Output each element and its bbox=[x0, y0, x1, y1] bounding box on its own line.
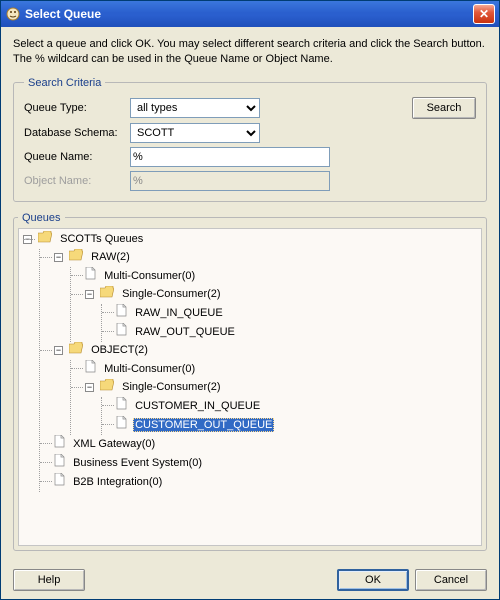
folder-open-icon bbox=[38, 231, 52, 249]
document-icon bbox=[85, 267, 96, 286]
folder-open-icon bbox=[100, 379, 114, 397]
window-title: Select Queue bbox=[25, 7, 473, 21]
instructions-text: Select a queue and click OK. You may sel… bbox=[13, 37, 487, 67]
search-criteria-legend: Search Criteria bbox=[24, 77, 105, 89]
tree-node[interactable]: B2B Integration(0) bbox=[40, 473, 477, 492]
tree-leaf[interactable]: CUSTOMER_IN_QUEUE bbox=[102, 397, 477, 416]
document-icon bbox=[85, 360, 96, 379]
tree-label: B2B Integration(0) bbox=[71, 476, 164, 488]
queues-group: Queues − SCOTTs Queues − RAW(2) bbox=[13, 212, 487, 551]
document-icon bbox=[116, 416, 127, 435]
tree-root[interactable]: − SCOTTs Queues − RAW(2) bbox=[23, 231, 477, 492]
document-icon bbox=[54, 435, 65, 454]
tree-label: Business Event System(0) bbox=[71, 457, 204, 469]
queue-type-select[interactable]: all types bbox=[130, 98, 260, 118]
titlebar: Select Queue ✕ bbox=[1, 1, 499, 27]
search-button[interactable]: Search bbox=[412, 97, 476, 119]
tree-node-raw[interactable]: − RAW(2) Multi-Consumer(0) − bbox=[40, 249, 477, 342]
tree-label: SCOTTs Queues bbox=[58, 233, 145, 245]
tree-label: XML Gateway(0) bbox=[71, 438, 157, 450]
database-schema-label: Database Schema: bbox=[24, 127, 124, 139]
document-icon bbox=[116, 397, 127, 416]
close-icon: ✕ bbox=[479, 8, 489, 20]
tree-node[interactable]: XML Gateway(0) bbox=[40, 435, 477, 454]
tree-node-object[interactable]: − OBJECT(2) Multi-Consumer(0) − bbox=[40, 342, 477, 435]
expander-icon[interactable]: − bbox=[54, 346, 63, 355]
expander-icon[interactable]: − bbox=[23, 235, 32, 244]
expander-icon[interactable]: − bbox=[54, 253, 63, 262]
tree-label: Single-Consumer(2) bbox=[120, 288, 222, 300]
tree-label: RAW_IN_QUEUE bbox=[133, 307, 225, 319]
tree-label: Single-Consumer(2) bbox=[120, 381, 222, 393]
tree-label: Multi-Consumer(0) bbox=[102, 363, 197, 375]
ok-button[interactable]: OK bbox=[337, 569, 409, 591]
tree-label: CUSTOMER_IN_QUEUE bbox=[133, 400, 262, 412]
folder-open-icon bbox=[69, 342, 83, 360]
queues-legend: Queues bbox=[18, 212, 65, 224]
tree-leaf[interactable]: RAW_OUT_QUEUE bbox=[102, 323, 477, 342]
tree-label-selected: CUSTOMER_OUT_QUEUE bbox=[133, 418, 274, 432]
tree-label: OBJECT(2) bbox=[89, 344, 150, 356]
folder-open-icon bbox=[69, 249, 83, 267]
select-queue-dialog: Select Queue ✕ Select a queue and click … bbox=[0, 0, 500, 600]
queue-name-field[interactable] bbox=[130, 147, 330, 167]
tree-label: RAW_OUT_QUEUE bbox=[133, 326, 237, 338]
tree-label: RAW(2) bbox=[89, 251, 132, 263]
tree-node-single[interactable]: − Single-Consumer(2) RAW_IN_QUEUE bbox=[71, 286, 477, 342]
queue-name-label: Queue Name: bbox=[24, 151, 124, 163]
tree-node[interactable]: Multi-Consumer(0) bbox=[71, 360, 477, 379]
expander-icon[interactable]: − bbox=[85, 290, 94, 299]
tree-node[interactable]: Business Event System(0) bbox=[40, 454, 477, 473]
queue-tree[interactable]: − SCOTTs Queues − RAW(2) bbox=[18, 228, 482, 546]
tree-leaf[interactable]: RAW_IN_QUEUE bbox=[102, 304, 477, 323]
object-name-field bbox=[130, 171, 330, 191]
expander-icon[interactable]: − bbox=[85, 383, 94, 392]
dialog-button-row: Help OK Cancel bbox=[13, 569, 487, 591]
folder-open-icon bbox=[100, 286, 114, 304]
help-button[interactable]: Help bbox=[13, 569, 85, 591]
search-criteria-group: Search Criteria Queue Type: all types Se… bbox=[13, 77, 487, 202]
cancel-button[interactable]: Cancel bbox=[415, 569, 487, 591]
tree-leaf-selected[interactable]: CUSTOMER_OUT_QUEUE bbox=[102, 416, 477, 435]
app-icon bbox=[5, 6, 21, 22]
tree-node-single[interactable]: − Single-Consumer(2) CUSTOMER_IN_QUEUE bbox=[71, 379, 477, 435]
object-name-label: Object Name: bbox=[24, 175, 124, 187]
document-icon bbox=[116, 304, 127, 323]
tree-label: Multi-Consumer(0) bbox=[102, 270, 197, 282]
close-button[interactable]: ✕ bbox=[473, 4, 495, 24]
document-icon bbox=[54, 454, 65, 473]
document-icon bbox=[116, 323, 127, 342]
queue-type-label: Queue Type: bbox=[24, 102, 124, 114]
tree-node[interactable]: Multi-Consumer(0) bbox=[71, 267, 477, 286]
document-icon bbox=[54, 473, 65, 492]
dialog-content: Select a queue and click OK. You may sel… bbox=[1, 27, 499, 599]
database-schema-select[interactable]: SCOTT bbox=[130, 123, 260, 143]
